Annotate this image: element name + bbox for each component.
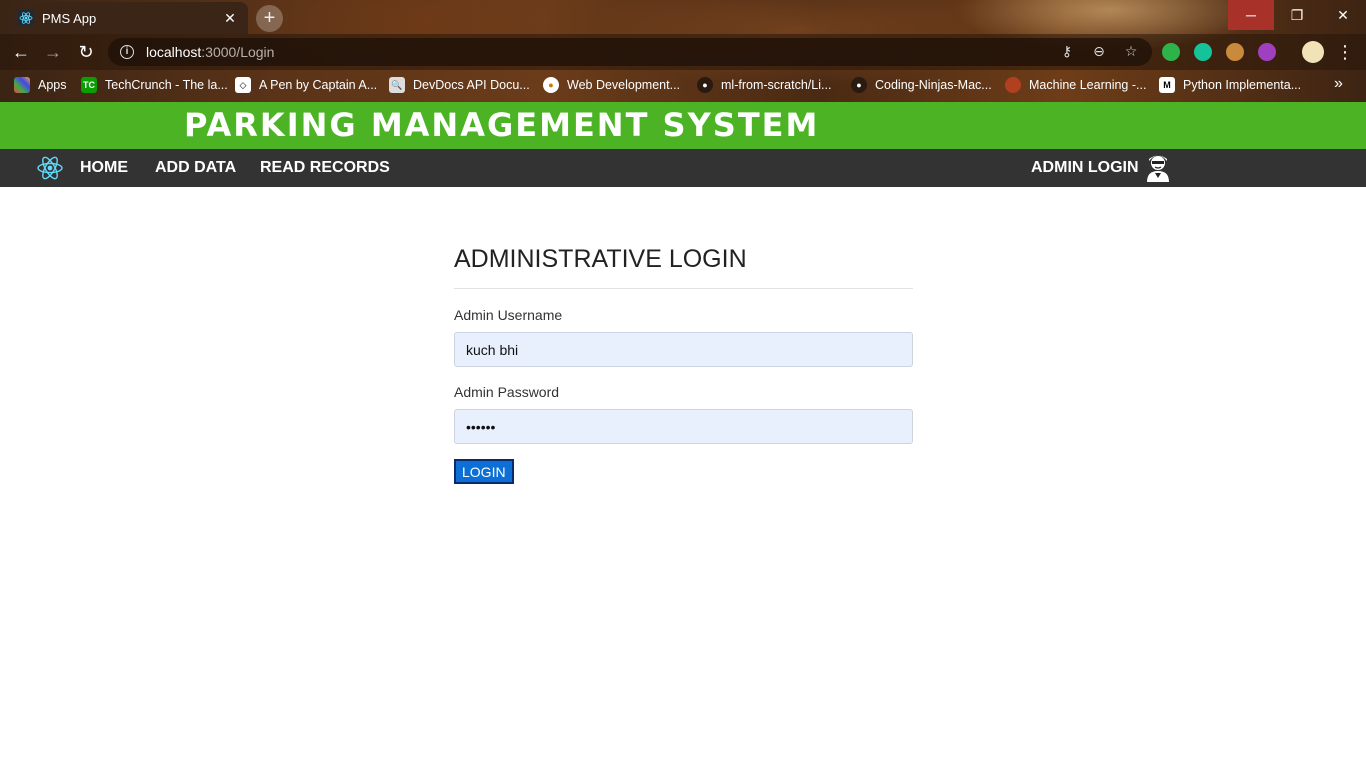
password-label: Admin Password — [454, 384, 560, 400]
github-icon: ● — [697, 77, 713, 93]
ml-site-icon — [1005, 77, 1021, 93]
username-label: Admin Username — [454, 307, 563, 323]
bookmark-ml-from-scratch[interactable]: ● ml-from-scratch/Li... — [697, 77, 831, 93]
nav-home[interactable]: HOME — [80, 159, 128, 177]
restore-button[interactable]: ❐ — [1274, 0, 1320, 30]
react-logo-icon[interactable] — [36, 154, 64, 182]
nav-admin-login[interactable]: ADMIN LOGIN — [1031, 159, 1139, 177]
bookmark-coding-ninjas[interactable]: ● Coding-Ninjas-Mac... — [851, 77, 992, 93]
address-bar[interactable]: i localhost :3000/Login ⚷ ⊖ ☆ — [108, 38, 1152, 66]
bookmark-label: DevDocs API Docu... — [413, 78, 530, 92]
app-title: PARKING MANAGEMENT SYSTEM — [184, 106, 820, 144]
bookmarks-overflow-icon[interactable]: » — [1334, 75, 1343, 93]
info-icon[interactable]: i — [120, 45, 134, 59]
minimize-button[interactable]: ─ — [1228, 0, 1274, 30]
login-button[interactable]: LOGIN — [454, 459, 514, 484]
bookmark-label: Python Implementa... — [1183, 78, 1302, 92]
extension-icon[interactable] — [1258, 43, 1276, 61]
github-icon: ● — [851, 77, 867, 93]
password-input[interactable] — [454, 409, 913, 444]
bookmark-devdocs[interactable]: 🔍 DevDocs API Docu... — [389, 77, 530, 93]
url-host: localhost — [146, 44, 202, 60]
bookmark-label: TechCrunch - The la... — [105, 78, 228, 92]
app-header: PARKING MANAGEMENT SYSTEM — [0, 102, 1366, 149]
browser-chrome: PMS App ✕ + ─ ❐ ✕ ← → ↻ i localhost :300… — [0, 0, 1366, 102]
bookmark-label: ml-from-scratch/Li... — [721, 78, 832, 92]
bookmark-label: Web Development... — [567, 78, 681, 92]
codepen-icon: ◇ — [235, 77, 251, 93]
login-form: ADMINISTRATIVE LOGIN Admin Username Admi… — [454, 245, 913, 484]
bookmark-apps[interactable]: Apps — [14, 77, 67, 93]
heading-divider — [454, 288, 913, 289]
tab-title: PMS App — [42, 10, 97, 26]
url-path: :3000/Login — [201, 44, 275, 60]
forward-arrow-icon[interactable]: → — [42, 41, 64, 63]
react-icon — [18, 10, 34, 26]
bookmark-label: A Pen by Captain A... — [259, 78, 378, 92]
nav-read-records[interactable]: READ RECORDS — [260, 159, 390, 177]
star-icon[interactable]: ☆ — [1122, 43, 1140, 60]
zoom-icon[interactable]: ⊖ — [1090, 43, 1108, 60]
evernote-icon[interactable] — [1162, 43, 1180, 61]
key-icon[interactable]: ⚷ — [1058, 43, 1076, 60]
bookmark-techcrunch[interactable]: TC TechCrunch - The la... — [81, 77, 228, 93]
menu-icon[interactable]: ⋮ — [1334, 41, 1356, 63]
bookmark-label: Coding-Ninjas-Mac... — [875, 78, 992, 92]
browser-tab[interactable]: PMS App ✕ — [8, 2, 248, 34]
tab-close-icon[interactable]: ✕ — [222, 10, 238, 27]
cookie-icon[interactable] — [1226, 43, 1244, 61]
grammarly-icon[interactable] — [1194, 43, 1212, 61]
techcrunch-icon: TC — [81, 77, 97, 93]
browser-toolbar: ← → ↻ i localhost :3000/Login ⚷ ⊖ ☆ ⋮ — [0, 34, 1366, 70]
username-input[interactable] — [454, 332, 913, 367]
bookmarks-bar: Apps TC TechCrunch - The la... ◇ A Pen b… — [0, 70, 1366, 102]
nav-add-data[interactable]: ADD DATA — [155, 159, 236, 177]
apps-grid-icon — [14, 77, 30, 93]
bookmark-machine-learning[interactable]: Machine Learning -... — [1005, 77, 1146, 93]
webdev-icon: ● — [543, 77, 559, 93]
bookmark-codepen[interactable]: ◇ A Pen by Captain A... — [235, 77, 377, 93]
back-arrow-icon[interactable]: ← — [10, 41, 32, 63]
bookmark-webdev[interactable]: ● Web Development... — [543, 77, 680, 93]
close-window-button[interactable]: ✕ — [1320, 0, 1366, 30]
reload-icon[interactable]: ↻ — [75, 41, 97, 63]
admin-avatar-icon[interactable] — [1144, 152, 1172, 182]
devdocs-icon: 🔍 — [389, 77, 405, 93]
new-tab-button[interactable]: + — [256, 5, 283, 32]
medium-icon: M — [1159, 77, 1175, 93]
profile-avatar[interactable] — [1302, 41, 1324, 63]
bookmark-label: Machine Learning -... — [1029, 78, 1147, 92]
bookmark-label: Apps — [38, 78, 67, 92]
login-heading: ADMINISTRATIVE LOGIN — [454, 245, 747, 273]
navbar: HOME ADD DATA READ RECORDS ADMIN LOGIN — [0, 149, 1366, 187]
bookmark-python-impl[interactable]: M Python Implementa... — [1159, 77, 1301, 93]
